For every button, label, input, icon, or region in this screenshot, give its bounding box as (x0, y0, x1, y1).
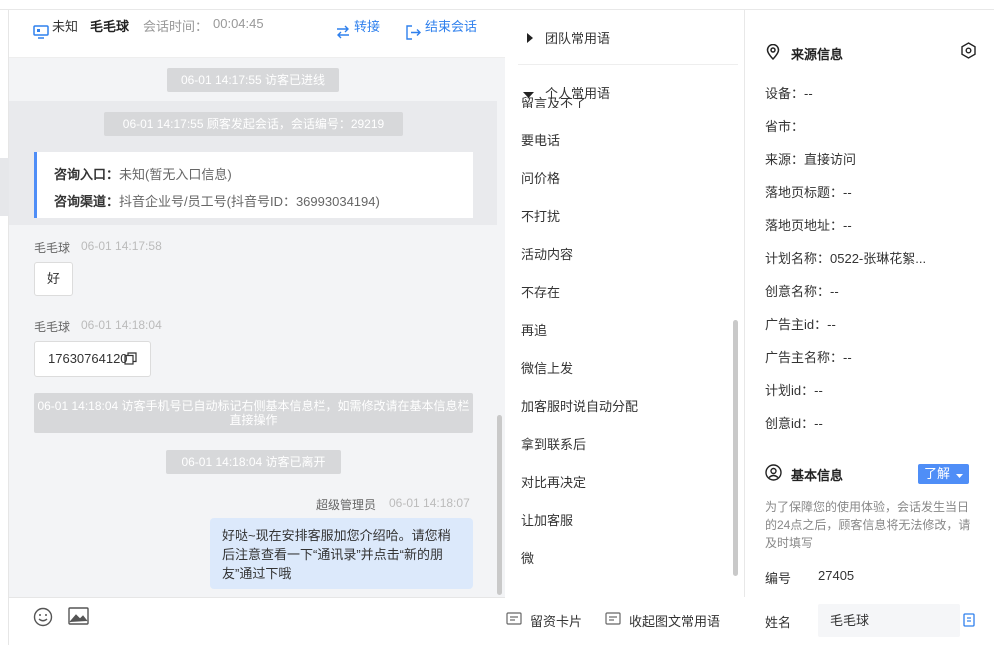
message-sender: 超级管理员 (316, 498, 377, 512)
transfer-label[interactable]: 转接 (354, 16, 380, 35)
copy-icon[interactable] (963, 613, 976, 630)
creative-id: 创意id：-- (765, 416, 823, 431)
visitor-status: 未知 (52, 19, 79, 34)
campaign-id: 计划id：-- (765, 383, 823, 398)
session-time-label: 会话时间： (143, 19, 209, 34)
agent-message-bubble: 好哒~现在安排客服加您介绍哈。请您稍后注意查看一下“通讯录”并点击“新的朋友”通… (210, 518, 473, 589)
phrase-item[interactable]: 活动内容 (521, 244, 573, 263)
chat-scrollbar[interactable] (497, 415, 502, 595)
left-gutter (0, 10, 9, 645)
transfer-icon (335, 25, 351, 42)
lead-card-button[interactable]: 留资卡片 (530, 611, 582, 630)
session-time: 00:04:45 (213, 16, 264, 31)
name-label: 姓名 (765, 615, 792, 630)
consult-channel-label: 咨询渠道： (54, 194, 120, 209)
phrase-item[interactable]: 对比再决定 (521, 472, 586, 491)
phrase-item[interactable]: 微 (521, 548, 534, 567)
location-pin-icon (766, 43, 780, 63)
caret-down-icon (955, 465, 963, 485)
phrase-item[interactable]: 微信上发 (521, 358, 573, 377)
phrase-item-clipped[interactable]: 留言及不了 (521, 96, 721, 108)
phrase-item[interactable]: 再追 (521, 320, 547, 339)
card-icon[interactable] (506, 612, 522, 629)
emoji-icon[interactable] (33, 607, 53, 630)
source-region: 省市： (765, 119, 805, 134)
phrase-item[interactable]: 让加客服 (521, 510, 573, 529)
creative-name: 创意名称：-- (765, 284, 839, 299)
system-message: 06-01 14:17:55 顾客发起会话，会话编号：29219 (104, 112, 403, 136)
left-gutter-highlight (0, 158, 9, 216)
message-time: 06-01 14:18:07 (389, 496, 470, 510)
landing-page-url: 落地页地址：-- (765, 218, 852, 233)
consult-channel-row: 咨询渠道：抖音企业号/员工号(抖音号ID：36993034194) (54, 191, 380, 210)
edit-deadline-hint: 为了保障您的使用体验，会话发生当日的24点之后，顾客信息将无法修改，请及时填写 (765, 500, 971, 550)
caret-right-icon[interactable] (526, 31, 534, 46)
consult-channel-value: 抖音企业号/员工号(抖音号ID：36993034194) (119, 194, 380, 209)
system-message: 06-01 14:18:04 访客手机号已自动标记右侧基本信息栏，如需修改请在基… (34, 393, 473, 433)
campaign-name: 计划名称：0522-张琳花絮... (765, 251, 927, 266)
end-session-label[interactable]: 结束会话 (425, 16, 477, 35)
phrase-item[interactable]: 不存在 (521, 282, 560, 301)
basic-info-title: 基本信息 (791, 468, 844, 483)
message-time: 06-01 14:18:04 (81, 318, 162, 332)
phrase-item[interactable]: 加客服时说自动分配 (521, 396, 638, 415)
name-field-value: 毛毛球 (830, 613, 870, 628)
top-edge (0, 0, 994, 10)
number-label: 编号 (765, 571, 792, 586)
landing-page-title: 落地页标题：-- (765, 185, 852, 200)
advertiser-name: 广告主名称：-- (765, 350, 852, 365)
visitor-name: 毛毛球 (90, 19, 130, 34)
source-info-title: 来源信息 (791, 47, 844, 62)
settings-hexagon-icon[interactable] (960, 42, 977, 62)
source-channel: 来源：直接访问 (765, 152, 857, 167)
consult-entry-label: 咨询入口： (54, 167, 120, 182)
collapse-phrases-button[interactable]: 收起图文常用语 (629, 611, 720, 630)
advertiser-id: 广告主id：-- (765, 317, 836, 332)
system-message: 06-01 14:18:04 访客已离开 (166, 450, 341, 474)
phrases-scrollbar[interactable] (733, 320, 738, 576)
consult-entry-row: 咨询入口：未知(暂无入口信息) (54, 164, 232, 183)
phrase-icon[interactable] (605, 612, 621, 629)
copy-icon[interactable] (124, 352, 137, 368)
monitor-icon (33, 25, 49, 43)
phrase-item[interactable]: 拿到联系后 (521, 434, 586, 453)
source-device: 设备：-- (765, 86, 813, 101)
exit-icon (406, 25, 422, 43)
number-value: 27405 (818, 568, 855, 583)
learn-more-button[interactable]: 了解 (918, 464, 969, 484)
divider (518, 64, 738, 65)
visitor-message-bubble: 好 (34, 262, 73, 296)
image-icon[interactable] (68, 607, 89, 628)
message-sender: 毛毛球 (34, 320, 71, 334)
team-phrases-toggle[interactable]: 团队常用语 (545, 28, 610, 47)
phrase-item[interactable]: 不打扰 (521, 206, 560, 225)
phone-number-text: 17630764120 (48, 351, 128, 366)
phrase-item[interactable]: 问价格 (521, 168, 560, 187)
message-time: 06-01 14:17:58 (81, 239, 162, 253)
phrase-item-label: 留言及不了 (521, 96, 587, 108)
name-field[interactable]: 毛毛球 (818, 604, 960, 637)
phrase-item[interactable]: 要电话 (521, 130, 560, 149)
message-sender: 毛毛球 (34, 241, 71, 255)
system-message: 06-01 14:17:55 访客已进线 (167, 68, 339, 92)
consult-entry-value: 未知(暂无入口信息) (119, 167, 232, 182)
user-circle-icon (765, 464, 782, 484)
learn-more-label: 了解 (924, 466, 951, 481)
